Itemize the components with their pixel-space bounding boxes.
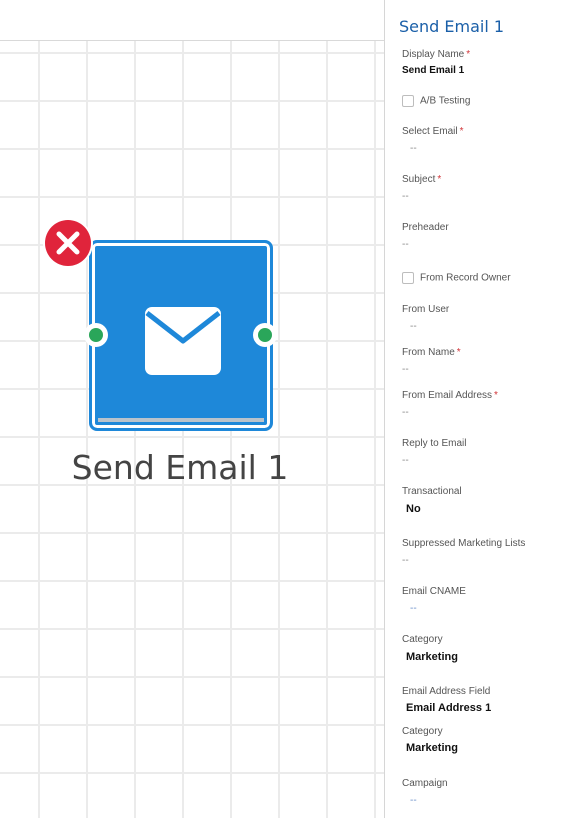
- campaign-field[interactable]: Campaign --: [402, 778, 448, 806]
- input-port[interactable]: [84, 323, 108, 347]
- ab-testing-checkbox[interactable]: [402, 95, 414, 107]
- from-name-field[interactable]: From Name * --: [402, 347, 461, 375]
- required-marker: *: [494, 390, 498, 401]
- ab-testing-checkbox-row[interactable]: A/B Testing: [402, 95, 470, 107]
- email-address-field-label: Email Address Field: [402, 686, 491, 697]
- category-value-2: Marketing: [406, 742, 458, 754]
- subject-field[interactable]: Subject * --: [402, 174, 441, 202]
- node-title: Send Email 1: [71, 448, 289, 487]
- reply-to-email-field[interactable]: Reply to Email --: [402, 438, 466, 466]
- suppressed-lists-value: --: [402, 555, 409, 566]
- campaign-label: Campaign: [402, 778, 448, 789]
- email-cname-value: --: [410, 603, 417, 614]
- category-label-2: Category: [402, 726, 443, 737]
- properties-panel: Send Email 1 Display Name * Send Email 1 …: [384, 0, 585, 818]
- category-field-2[interactable]: Category Marketing: [402, 726, 458, 754]
- required-marker: *: [459, 126, 464, 137]
- from-email-address-value: --: [402, 407, 409, 418]
- ab-testing-label: A/B Testing: [420, 95, 471, 107]
- email-address-field-field[interactable]: Email Address Field Email Address 1: [402, 686, 491, 714]
- panel-title: Send Email 1: [399, 17, 505, 36]
- display-name-field[interactable]: Display Name * Send Email 1: [402, 49, 470, 76]
- category-label-1: Category: [402, 634, 443, 645]
- required-marker: *: [466, 49, 471, 60]
- select-email-field[interactable]: Select Email * --: [402, 126, 463, 154]
- campaign-value: --: [410, 795, 417, 806]
- preheader-field[interactable]: Preheader --: [402, 222, 449, 250]
- output-port[interactable]: [253, 323, 277, 347]
- from-name-value: --: [402, 364, 409, 375]
- display-name-value: Send Email 1: [402, 65, 465, 76]
- suppressed-lists-label: Suppressed Marketing Lists: [402, 538, 526, 549]
- required-marker: *: [437, 174, 442, 185]
- from-record-owner-label: From Record Owner: [420, 272, 511, 284]
- email-address-field-value: Email Address 1: [406, 702, 492, 714]
- transactional-value: No: [406, 503, 421, 515]
- from-user-label: From User: [402, 304, 450, 315]
- from-record-owner-checkbox[interactable]: [402, 272, 414, 284]
- select-email-value: --: [410, 143, 417, 154]
- preheader-label: Preheader: [402, 222, 449, 233]
- reply-to-email-label: Reply to Email: [402, 438, 467, 449]
- canvas-toolbar: [0, 0, 384, 41]
- from-email-address-field[interactable]: From Email Address * --: [402, 390, 498, 418]
- envelope-icon: [145, 307, 221, 375]
- transactional-field[interactable]: Transactional No: [402, 486, 462, 515]
- transactional-label: Transactional: [402, 486, 462, 497]
- reply-to-email-value: --: [402, 455, 409, 466]
- from-user-field[interactable]: From User --: [402, 304, 449, 332]
- required-marker: *: [456, 347, 461, 358]
- send-email-node[interactable]: [89, 240, 273, 431]
- email-cname-field[interactable]: Email CNAME --: [402, 586, 466, 614]
- email-cname-label: Email CNAME: [402, 586, 466, 597]
- category-value-1: Marketing: [406, 651, 458, 663]
- from-user-value: --: [410, 321, 417, 332]
- designer-canvas[interactable]: Send Email 1: [0, 0, 384, 818]
- category-field-1[interactable]: Category Marketing: [402, 634, 458, 663]
- error-x-icon[interactable]: [43, 218, 93, 268]
- from-record-owner-checkbox-row[interactable]: From Record Owner: [402, 272, 511, 284]
- suppressed-lists-field[interactable]: Suppressed Marketing Lists --: [402, 538, 525, 566]
- subject-value: --: [402, 191, 409, 202]
- preheader-value: --: [402, 239, 409, 250]
